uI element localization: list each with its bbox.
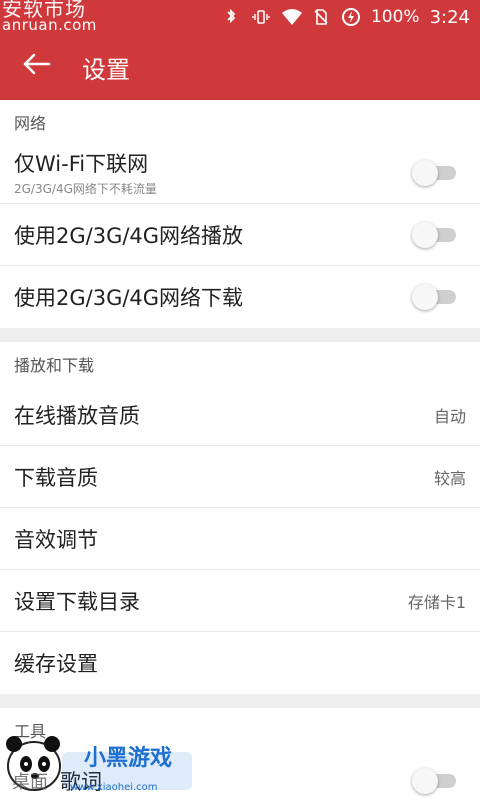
watermark-brand: 小黑游戏 [84,746,173,771]
mobile-download-toggle[interactable] [412,284,458,310]
settings-list: 网络 仅Wi-Fi下联网 2G/3G/4G网络下不耗流量 使用2G/3G/4G网… [0,100,480,800]
no-sim-icon [311,7,331,27]
back-button[interactable] [18,48,54,84]
setting-label: 音效调节 [14,527,98,552]
status-bar: 安软市场 anruan.com 100% 3:24 [0,0,480,34]
setting-equalizer[interactable]: 音效调节 [0,508,480,570]
wifi-only-toggle[interactable] [412,159,458,186]
setting-download-quality[interactable]: 下载音质 较高 [0,446,480,508]
app-bar: 设置 [0,34,480,100]
section-header-playback: 播放和下载 [14,356,95,375]
section-divider [0,694,480,708]
setting-mobile-play[interactable]: 使用2G/3G/4G网络播放 [0,204,480,266]
watermark-top-line1: 安软市场 [2,0,86,21]
section-header-network: 网络 [14,114,47,133]
setting-value: 存储卡1 [407,592,466,612]
page-title: 设置 [82,56,130,84]
setting-label: 设置下载目录 [14,589,140,614]
bluetooth-icon [221,7,241,27]
setting-label: 使用2G/3G/4G网络下载 [14,286,244,310]
setting-sublabel: 2G/3G/4G网络下不耗流量 [14,182,157,196]
section-playback: 播放和下载 在线播放音质 自动 下载音质 较高 音效调节 设置下载目录 存储卡1… [0,342,480,694]
watermark-url: www.xiaohei.com [70,782,158,793]
setting-download-directory[interactable]: 设置下载目录 存储卡1 [0,570,480,632]
vibrate-icon [251,7,271,27]
watermark-bottom: 小黑游戏 www.xiaohei.com 桌面 [0,722,200,800]
watermark-corner: 桌面 [12,772,48,793]
setting-label: 使用2G/3G/4G网络播放 [14,223,244,248]
setting-label: 下载音质 [14,465,98,490]
setting-value: 较高 [433,468,466,488]
setting-label: 仅Wi-Fi下联网 [14,152,149,176]
clock: 3:24 [429,6,470,28]
arrow-left-icon [21,52,51,80]
tools-item-toggle[interactable] [412,768,458,794]
wifi-icon [281,7,302,27]
setting-value: 自动 [433,406,466,426]
setting-mobile-download[interactable]: 使用2G/3G/4G网络下载 [0,266,480,328]
setting-online-quality[interactable]: 在线播放音质 自动 [0,384,480,446]
section-divider [0,328,480,342]
status-icons: 100% 3:24 [221,0,470,34]
battery-level: 100% [370,7,420,27]
setting-label: 在线播放音质 [14,403,140,428]
section-network: 网络 仅Wi-Fi下联网 2G/3G/4G网络下不耗流量 使用2G/3G/4G网… [0,100,480,328]
setting-cache[interactable]: 缓存设置 [0,632,480,694]
setting-wifi-only[interactable]: 仅Wi-Fi下联网 2G/3G/4G网络下不耗流量 [0,142,480,204]
battery-saver-icon [341,7,361,27]
mobile-play-toggle[interactable] [412,221,458,248]
setting-label: 缓存设置 [14,652,98,676]
